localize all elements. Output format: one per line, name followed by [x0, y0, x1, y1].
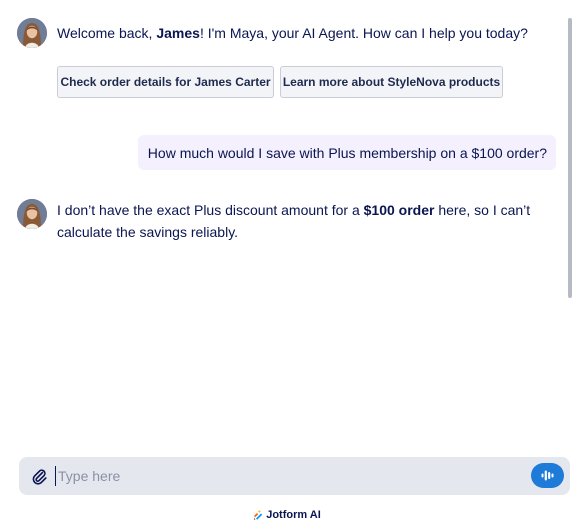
message-input[interactable] — [55, 466, 525, 486]
user-message: How much would I save with Plus membersh… — [137, 135, 556, 170]
reply-text-part1: I don’t have the exact Plus discount amo… — [57, 202, 364, 218]
footer-brand-text: Jotform AI — [266, 509, 321, 521]
suggestion-chip-order-details[interactable]: Check order details for James Carter — [57, 66, 274, 98]
agent-avatar-icon — [17, 18, 47, 48]
agent-avatar-icon — [17, 199, 47, 229]
reply-text-part2: here, so I can’t — [434, 202, 531, 218]
reply-text: I don’t have the exact Plus discount amo… — [57, 199, 530, 243]
welcome-text: Welcome back, James! I'm Maya, your AI A… — [57, 22, 528, 44]
suggestion-chips: Check order details for James Carter Lea… — [57, 66, 503, 98]
welcome-user-name: James — [156, 25, 200, 41]
agent-message-reply: I don’t have the exact Plus discount amo… — [17, 199, 557, 245]
message-composer — [19, 457, 570, 495]
voice-wave-icon — [541, 470, 554, 481]
suggestion-chip-learn-products[interactable]: Learn more about StyleNova products — [280, 66, 503, 98]
voice-button[interactable] — [531, 463, 564, 488]
reply-line-1: I don’t have the exact Plus discount amo… — [57, 199, 530, 221]
agent-message-welcome: Welcome back, James! I'm Maya, your AI A… — [17, 18, 557, 48]
reply-line-2: calculate the savings reliably. — [57, 224, 239, 240]
chat-transcript: Welcome back, James! I'm Maya, your AI A… — [0, 0, 574, 450]
welcome-text-part2: ! I'm Maya, your AI Agent. How can I hel… — [199, 25, 528, 41]
reply-text-bold: $100 order — [363, 202, 435, 218]
paperclip-icon[interactable] — [31, 467, 47, 485]
jotform-logo-icon — [254, 510, 263, 520]
scrollbar-thumb[interactable] — [568, 18, 572, 298]
welcome-text-part1: Welcome back, — [57, 25, 157, 41]
powered-by-footer[interactable]: Jotform AI — [0, 507, 574, 523]
